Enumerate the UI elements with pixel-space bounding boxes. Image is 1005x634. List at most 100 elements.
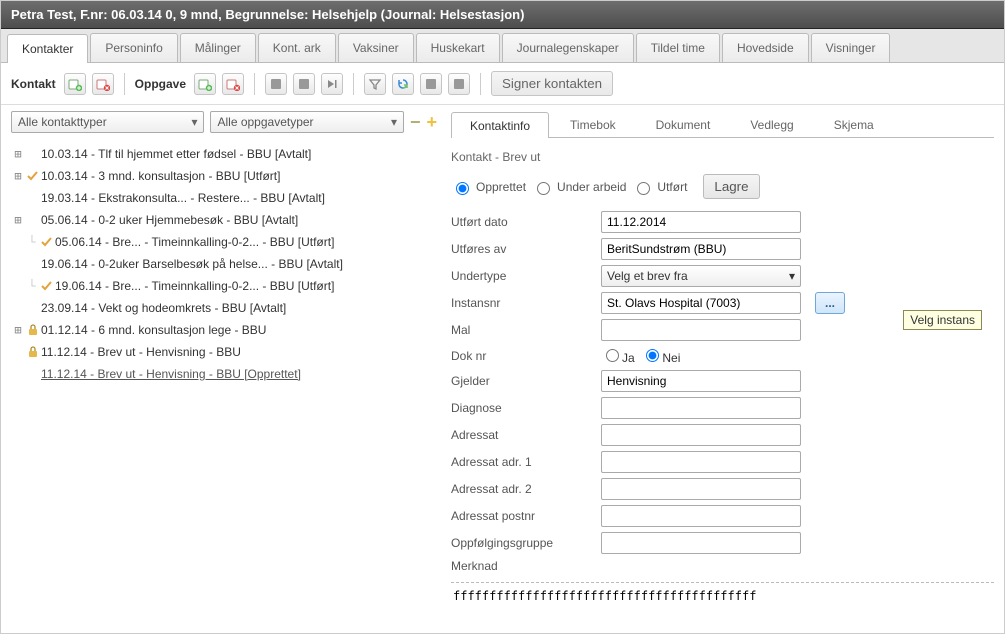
expand-icon[interactable]: ⊞	[11, 145, 25, 163]
adr2-label: Adressat adr. 2	[451, 482, 601, 496]
utfores-av-input[interactable]	[601, 238, 801, 260]
contact-label: Kontakt	[11, 77, 56, 91]
tree-node[interactable]: └19.06.14 - Bre... - Timeinnkalling-0-2.…	[11, 275, 437, 297]
subtab-skjema[interactable]: Skjema	[815, 111, 893, 137]
contact-type-filter[interactable]: Alle kontakttyper▾	[11, 111, 204, 133]
oppfolging-label: Oppfølgingsgruppe	[451, 536, 601, 550]
tree-node-label: 19.03.14 - Ekstrakonsulta... - Restere..…	[41, 189, 325, 207]
expand-all-icon[interactable]: +	[426, 112, 437, 133]
task-delete-icon[interactable]	[222, 73, 244, 95]
doknr-label: Dok nr	[451, 349, 601, 363]
tree-node[interactable]: 19.06.14 - 0-2uker Barselbesøk på helse.…	[11, 253, 437, 275]
tree-node-label: 19.06.14 - Bre... - Timeinnkalling-0-2..…	[55, 277, 334, 295]
subtab-kontaktinfo[interactable]: Kontaktinfo	[451, 112, 549, 138]
doknr-nei-radio[interactable]: Nei	[641, 346, 680, 365]
subtab-timebok[interactable]: Timebok	[551, 111, 635, 137]
tool-grey2-icon[interactable]	[293, 73, 315, 95]
tree-node[interactable]: ⊞ 10.03.14 - Tlf til hjemmet etter fødsel…	[11, 143, 437, 165]
title-bar: Petra Test, F.nr: 06.03.14 0, 9 mnd, Beg…	[1, 1, 1004, 29]
tree-node[interactable]: ⊞ 01.12.14 - 6 mnd. konsultasjon lege - B…	[11, 319, 437, 341]
tree-node[interactable]: 11.12.14 - Brev ut - Henvisning - BBU [O…	[11, 363, 437, 385]
refresh-icon[interactable]	[392, 73, 414, 95]
instansnr-input[interactable]	[601, 292, 801, 314]
postnr-label: Adressat postnr	[451, 509, 601, 523]
tool-grey4-icon[interactable]	[448, 73, 470, 95]
browse-instans-button[interactable]: ...	[815, 292, 845, 314]
status-opprettet-radio[interactable]: Opprettet	[451, 179, 526, 195]
utfort-dato-label: Utført dato	[451, 215, 601, 229]
gjelder-label: Gjelder	[451, 374, 601, 388]
tool-grey3-icon[interactable]	[420, 73, 442, 95]
merknad-textarea[interactable]: ffffffffffffffffffffffffffffffffffffffff…	[451, 582, 994, 623]
utfort-dato-input[interactable]	[601, 211, 801, 233]
tree-node[interactable]: 19.03.14 - Ekstrakonsulta... - Restere..…	[11, 187, 437, 209]
undertype-select[interactable]: Velg et brev fra▾	[601, 265, 801, 287]
check-icon	[25, 169, 41, 183]
check-icon	[39, 235, 55, 249]
tree-node-label: 05.06.14 - 0-2 uker Hjemmebesøk - BBU [A…	[41, 211, 298, 229]
task-label: Oppgave	[135, 77, 186, 91]
main-tab-kont-ark[interactable]: Kont. ark	[258, 33, 336, 62]
status-under-arbeid-radio[interactable]: Under arbeid	[532, 179, 626, 195]
expand-icon[interactable]: ⊞	[11, 211, 25, 229]
sign-button[interactable]: Signer kontakten	[491, 71, 613, 96]
main-tab-m-linger[interactable]: Målinger	[180, 33, 256, 62]
tree-node[interactable]: 23.09.14 - Vekt og hodeomkrets - BBU [Av…	[11, 297, 437, 319]
postnr-input[interactable]	[601, 505, 801, 527]
adressat-input[interactable]	[601, 424, 801, 446]
contact-new-icon[interactable]	[64, 73, 86, 95]
filter-icon[interactable]	[364, 73, 386, 95]
tool-grey1-icon[interactable]	[265, 73, 287, 95]
status-row: Opprettet Under arbeid Utført Lagre	[451, 174, 994, 199]
oppfolging-input[interactable]	[601, 532, 801, 554]
tree-node-label: 11.12.14 - Brev ut - Henvisning - BBU	[41, 343, 241, 361]
collapse-all-icon[interactable]: −	[410, 112, 421, 133]
mal-input[interactable]	[601, 319, 801, 341]
diagnose-input[interactable]	[601, 397, 801, 419]
task-new-icon[interactable]	[194, 73, 216, 95]
tree-node[interactable]: 11.12.14 - Brev ut - Henvisning - BBU	[11, 341, 437, 363]
utfores-av-label: Utføres av	[451, 242, 601, 256]
instans-tooltip: Velg instans	[903, 310, 982, 330]
lock-icon	[25, 323, 41, 337]
task-type-filter[interactable]: Alle oppgavetyper▾	[210, 111, 403, 133]
subtab-dokument[interactable]: Dokument	[637, 111, 730, 137]
contact-tree: ⊞ 10.03.14 - Tlf til hjemmet etter fødsel…	[11, 143, 437, 627]
main-tabs: KontakterPersoninfoMålingerKont. arkVaks…	[1, 29, 1004, 63]
mal-label: Mal	[451, 323, 601, 337]
lock-icon	[25, 345, 41, 359]
main-tab-hovedside[interactable]: Hovedside	[722, 33, 809, 62]
status-utført-radio[interactable]: Utført	[632, 179, 687, 195]
tree-node[interactable]: ⊞ 05.06.14 - 0-2 uker Hjemmebesøk - BBU […	[11, 209, 437, 231]
main-tab-kontakter[interactable]: Kontakter	[7, 34, 88, 63]
main-tab-vaksiner[interactable]: Vaksiner	[338, 33, 414, 62]
doknr-ja-radio[interactable]: Ja	[601, 346, 635, 365]
save-button[interactable]: Lagre	[703, 174, 759, 199]
gjelder-input[interactable]	[601, 370, 801, 392]
tree-node-label: 10.03.14 - Tlf til hjemmet etter fødsel …	[41, 145, 311, 163]
chevron-down-icon: ▾	[391, 115, 397, 129]
tree-node-label: 23.09.14 - Vekt og hodeomkrets - BBU [Av…	[41, 299, 286, 317]
tree-node-label: 01.12.14 - 6 mnd. konsultasjon lege - BB…	[41, 321, 266, 339]
adr2-input[interactable]	[601, 478, 801, 500]
tree-node[interactable]: └05.06.14 - Bre... - Timeinnkalling-0-2.…	[11, 231, 437, 253]
main-tab-huskekart[interactable]: Huskekart	[416, 33, 500, 62]
tree-node[interactable]: ⊞ 10.03.14 - 3 mnd. konsultasjon - BBU [U…	[11, 165, 437, 187]
sub-tabs: KontaktinfoTimebokDokumentVedleggSkjema	[451, 111, 994, 138]
merknad-label: Merknad	[451, 559, 601, 573]
adr1-input[interactable]	[601, 451, 801, 473]
tool-next-icon[interactable]	[321, 73, 343, 95]
main-tab-journalegenskaper[interactable]: Journalegenskaper	[502, 33, 634, 62]
undertype-label: Undertype	[451, 269, 601, 283]
adressat-label: Adressat	[451, 428, 601, 442]
expand-icon[interactable]: ⊞	[11, 167, 25, 185]
tree-node-label: 10.03.14 - 3 mnd. konsultasjon - BBU [Ut…	[41, 167, 280, 185]
left-panel: Alle kontakttyper▾ Alle oppgavetyper▾ − …	[1, 105, 441, 633]
contact-delete-icon[interactable]	[92, 73, 114, 95]
main-tab-visninger[interactable]: Visninger	[811, 33, 891, 62]
expand-icon[interactable]: ⊞	[11, 321, 25, 339]
diagnose-label: Diagnose	[451, 401, 601, 415]
main-tab-personinfo[interactable]: Personinfo	[90, 33, 177, 62]
subtab-vedlegg[interactable]: Vedlegg	[731, 111, 812, 137]
main-tab-tildel-time[interactable]: Tildel time	[636, 33, 720, 62]
